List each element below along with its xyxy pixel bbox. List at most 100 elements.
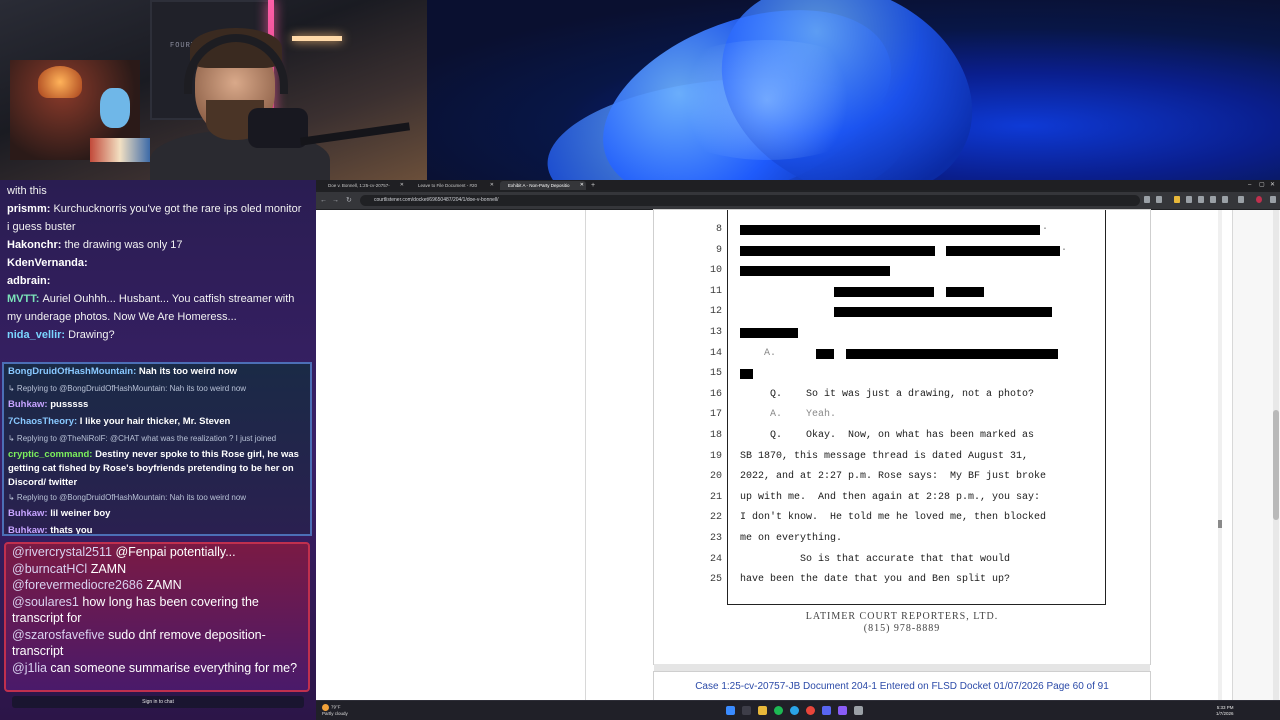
redaction-bar [846, 348, 1058, 359]
reply-context: ↳ Replying to @BongDruidOfHashMountain: … [8, 492, 247, 502]
page-scrollbar-thumb[interactable] [1273, 410, 1279, 520]
twitch-chat-top: with this prismm: Kurchucknorris you've g… [3, 182, 309, 360]
tab-exhibit-a[interactable]: Exhibit A - Non-Party Depositio ✕ [500, 181, 586, 190]
start-icon[interactable] [726, 706, 735, 715]
reporter-name: LATIMER COURT REPORTERS, LTD. [805, 611, 999, 622]
pdf-scrollbar[interactable] [1218, 210, 1222, 700]
menu-icon[interactable] [1270, 196, 1276, 203]
minimize-button[interactable]: – [1248, 180, 1251, 190]
reload-icon[interactable]: ↻ [346, 195, 352, 206]
chat-username: BongDruidOfHashMountain: [8, 366, 139, 377]
youtube-chat-message: @szarosfavefive sudo dnf remove depositi… [6, 627, 308, 660]
transcript-line: 21 up with me. And then again at 2:28 p.m… [654, 488, 1114, 508]
line-number: 24 [709, 553, 722, 565]
chat-text: ZAMN [90, 561, 127, 576]
maximize-button[interactable]: ▢ [1259, 180, 1265, 190]
youtube-chat-message: @forevermediocre2686 ZAMN [6, 577, 308, 594]
chat-handle: @soulares1 [12, 594, 83, 609]
chat-username: Buhkaw: [8, 508, 51, 520]
weather-condition: Partly cloudy [322, 711, 348, 716]
chat-handle: @forevermediocre2686 [12, 578, 147, 592]
pdf-page: 8. 9. 10 11 12 13 14 A. 15 16 Q. So it was just … [654, 210, 1150, 664]
sidebar-icon[interactable] [1238, 196, 1244, 203]
bookmark-star-icon[interactable] [1156, 196, 1162, 203]
transcript-text: I don't know. He told me he loved me, th… [740, 512, 1047, 524]
redaction-bar [946, 286, 984, 297]
line-number: 15 [709, 368, 722, 380]
chat-username: prismm: [7, 203, 54, 215]
tab-leave-to-file[interactable]: Leave to File Document - #20 ✕ [410, 181, 496, 190]
line-number: 23 [709, 533, 722, 544]
chat-username: Buhkaw: [8, 524, 51, 536]
wallpaper-glow [647, 40, 887, 160]
chrome-icon[interactable] [806, 706, 815, 715]
line-number: 10 [709, 265, 722, 277]
transcript-line: 24 So is that accurate that that would [654, 550, 1114, 570]
pdf-next-page: Case 1:25-cv-20757-JB Document 204-1 Ent… [654, 672, 1150, 700]
transcript-text: SB 1870, this message thread is dated Au… [740, 450, 1029, 462]
redaction-bar [834, 286, 934, 297]
line-number: 19 [709, 450, 722, 462]
back-icon[interactable]: ← [320, 195, 327, 206]
line-number: 13 [709, 327, 722, 338]
chat-text: pusssss [50, 399, 89, 411]
spotify-icon[interactable] [774, 706, 783, 715]
transcript-text: me on everything. [740, 533, 843, 544]
transcript-line: 17 A. Yeah. [654, 405, 1114, 425]
chat-username: KdenVernanda: [7, 257, 88, 269]
chat-handle: @szarosfavefive [12, 627, 109, 642]
profile-avatar[interactable] [1256, 196, 1262, 203]
tab-label: Exhibit A - Non-Party Depositio [508, 183, 570, 188]
youtube-chat-message: @rivercrystal2511 @Fenpai potentially... [6, 544, 308, 561]
obs-icon[interactable] [838, 706, 847, 715]
edge-icon[interactable] [790, 706, 799, 715]
close-icon[interactable]: ✕ [580, 181, 584, 190]
twitch-chat-mid: BongDruidOfHashMountain: Nah its too wei… [2, 362, 312, 536]
scrollbar-thumb[interactable] [1218, 520, 1222, 528]
youtube-chat-message: @soulares1 how long has been covering th… [6, 594, 308, 627]
extension-icon[interactable] [1186, 196, 1192, 203]
extension-icon[interactable] [1210, 196, 1216, 203]
url-field[interactable]: courtlistener.com/docket/69650487/204/1/… [360, 195, 1140, 206]
extension-icon[interactable] [1222, 196, 1228, 203]
system-tray[interactable]: 5:33 PM 1/7/2026 [1216, 705, 1234, 717]
taskbar: 79°F Partly cloudy 5:33 PM 1/7/2026 [316, 700, 1280, 720]
extension-icon[interactable] [1198, 196, 1204, 203]
file-explorer-icon[interactable] [758, 706, 767, 715]
youtube-chat-message: @j1lia can someone summarise everything … [6, 660, 308, 677]
transcript-text: have been the date that you and Ben spli… [740, 574, 1011, 586]
tab-doe-v-bonnell[interactable]: Doe v. Bonnell, 1:25-cv-20757- ✕ [320, 181, 406, 190]
new-tab-button[interactable]: + [591, 181, 595, 190]
weather-widget[interactable]: 79°F Partly cloudy [322, 704, 348, 717]
punctuation-mark: . [1042, 222, 1049, 233]
chat-message: BongDruidOfHashMountain: Nah its too wei… [4, 364, 310, 381]
transcript-text: A. [740, 347, 777, 359]
books [90, 138, 150, 162]
line-number: 11 [709, 285, 722, 297]
transcript-line: 25 have been the date that you and Ben sp… [654, 570, 1114, 590]
discord-icon[interactable] [822, 706, 831, 715]
line-number: 18 [709, 430, 722, 441]
close-icon[interactable]: ✕ [490, 181, 494, 190]
line-number: 16 [709, 388, 722, 400]
search-icon[interactable] [1144, 196, 1150, 203]
transcript-line: 19 SB 1870, this message thread is dated … [654, 447, 1114, 467]
case-header: Case 1:25-cv-20757-JB Document 204-1 Ent… [695, 681, 1109, 692]
task-view-icon[interactable] [742, 706, 751, 715]
weather-icon [322, 704, 329, 711]
close-window-button[interactable]: ✕ [1270, 180, 1275, 190]
chat-message: Hakonchr: the drawing was only 17 [3, 236, 309, 254]
chat-message: with this [3, 182, 309, 200]
folder-icon[interactable] [1174, 196, 1180, 203]
forward-icon[interactable]: → [332, 195, 339, 206]
chat-username: Buhkaw: [8, 399, 51, 411]
transcript-text: Q. Okay. Now, on what has been marked as [740, 430, 1035, 441]
transcript-line: 13 [654, 323, 1114, 343]
line-number: 21 [709, 491, 722, 503]
close-icon[interactable]: ✕ [400, 181, 404, 190]
transcript-line: 15 [654, 364, 1114, 384]
sign-in-to-chat-button[interactable]: Sign in to chat [12, 696, 304, 708]
line-number: 12 [709, 306, 722, 318]
transcript-text: Q. So it was just a drawing, not a photo… [740, 388, 1035, 400]
app-icon[interactable] [854, 706, 863, 715]
